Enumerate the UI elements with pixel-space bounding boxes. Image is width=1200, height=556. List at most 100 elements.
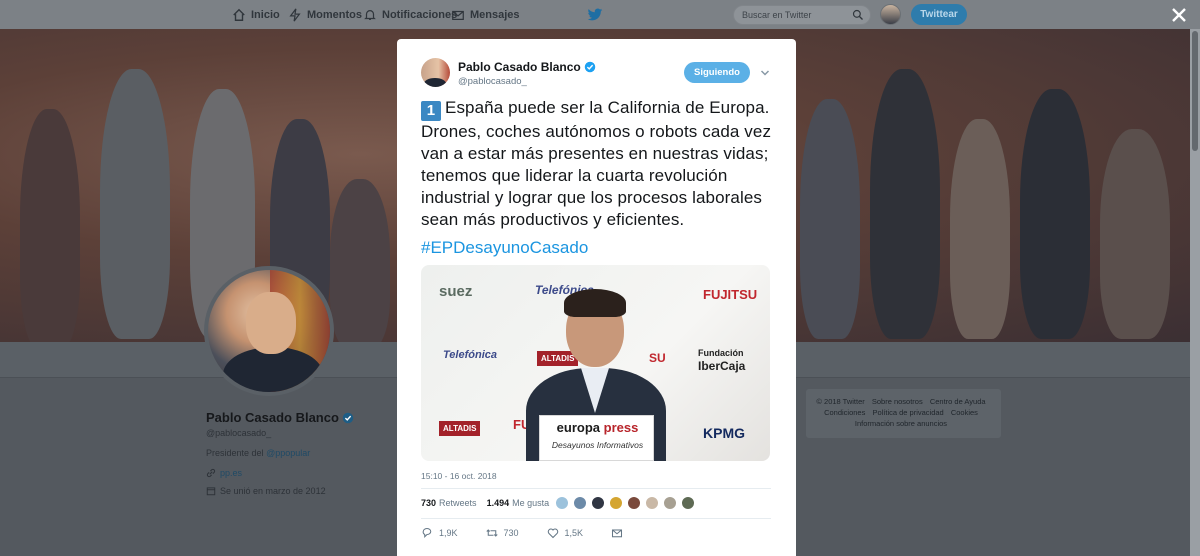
podium-brand: europa press <box>540 420 655 435</box>
search-icon[interactable] <box>852 9 864 21</box>
reply-button[interactable]: 1,9K <box>421 527 458 539</box>
lightning-icon <box>289 8 301 21</box>
nav-home-label: Inicio <box>251 8 280 21</box>
profile-joined-text: Se unió en marzo de 2012 <box>220 486 326 496</box>
crowd-figure <box>100 69 170 339</box>
footer-link-privacy[interactable]: Política de privacidad <box>872 408 943 417</box>
profile-name-text: Pablo Casado Blanco <box>206 410 339 425</box>
nav-messages[interactable]: Mensajes <box>451 0 520 29</box>
tweet-timestamp[interactable]: 15:10 - 16 oct. 2018 <box>421 471 497 481</box>
profile-bio-text: Presidente del <box>206 448 264 458</box>
podium-brand-europa: europa <box>556 420 600 435</box>
chevron-down-icon[interactable] <box>760 68 770 78</box>
profile-joined: Se unió en marzo de 2012 <box>206 486 326 496</box>
tweet-button[interactable]: Twittear <box>911 4 967 25</box>
close-icon[interactable] <box>1168 4 1190 26</box>
retweet-button[interactable]: 730 <box>485 527 519 539</box>
podium-subtitle: Desayunos Informativos <box>551 440 644 450</box>
heart-icon <box>547 528 558 539</box>
nav-home[interactable]: Inicio <box>232 0 280 29</box>
link-icon <box>206 468 216 478</box>
speaker-hair <box>564 289 626 317</box>
search-box[interactable]: Buscar en Twitter <box>733 5 871 25</box>
liker-avatars <box>555 496 695 510</box>
liker-avatar[interactable] <box>609 496 623 510</box>
footer-link-about[interactable]: Sobre nosotros <box>872 397 923 406</box>
likes-label: Me gusta <box>512 498 550 508</box>
crowd-figure <box>870 69 940 339</box>
author-name-text[interactable]: Pablo Casado Blanco <box>458 60 581 74</box>
verified-badge-icon <box>584 61 595 73</box>
author-avatar[interactable] <box>421 58 450 87</box>
profile-photo-suit <box>223 347 323 392</box>
footer-copyright: © 2018 Twitter <box>816 397 865 406</box>
nav-moments[interactable]: Momentos <box>288 0 362 29</box>
crowd-figure <box>20 109 80 342</box>
retweets-count: 730 <box>421 498 437 508</box>
profile-website[interactable]: pp.es <box>206 468 242 478</box>
top-navigation-bar: Inicio Momentos Notificaciones Mensajes … <box>0 0 1200 29</box>
search-placeholder[interactable]: Buscar en Twitter <box>742 10 811 20</box>
likes-stat[interactable]: 1.494 Me gusta <box>487 498 550 508</box>
likes-count: 1.494 <box>486 498 510 508</box>
liker-avatar[interactable] <box>663 496 677 510</box>
profile-photo[interactable] <box>204 266 334 396</box>
sponsor-logo: FUJITSU <box>703 287 758 302</box>
liker-avatar[interactable] <box>627 496 641 510</box>
footer-link-cookies[interactable]: Cookies <box>951 408 978 417</box>
verified-badge-icon <box>342 412 354 423</box>
tweet-media-image[interactable]: suez Telefónica FUJITSU Telefónica ALTAD… <box>421 265 770 461</box>
podium-sign: europa press Desayunos Informativos <box>539 415 654 461</box>
page-scrollbar[interactable] <box>1190 29 1200 556</box>
profile-bio: Presidente del @ppopular <box>206 448 310 458</box>
profile-handle: @pablocasado_ <box>206 428 272 438</box>
liker-avatar[interactable] <box>645 496 659 510</box>
tweet-actions: 1,9K 730 1,5K <box>421 527 651 539</box>
twitter-bird-icon[interactable] <box>587 8 603 22</box>
keycap-one-emoji: 1 <box>421 101 441 121</box>
retweet-count: 730 <box>503 528 519 538</box>
profile-name[interactable]: Pablo Casado Blanco <box>206 410 354 425</box>
liker-avatar[interactable] <box>573 496 587 510</box>
crowd-figure <box>1020 89 1090 339</box>
author-handle[interactable]: @pablocasado_ <box>458 76 527 87</box>
liker-avatar[interactable] <box>681 496 695 510</box>
like-button[interactable]: 1,5K <box>547 527 583 539</box>
nav-notifications[interactable]: Notificaciones <box>363 0 457 29</box>
footer-link-help[interactable]: Centro de Ayuda <box>930 397 986 406</box>
scrollbar-thumb[interactable] <box>1192 31 1198 151</box>
nav-messages-label: Mensajes <box>470 8 520 21</box>
user-avatar[interactable] <box>880 4 901 25</box>
crowd-figure <box>330 179 390 342</box>
retweet-icon <box>485 529 498 537</box>
reply-icon <box>422 527 432 539</box>
footer-links: © 2018 Twitter Sobre nosotros Centro de … <box>806 389 1001 438</box>
retweets-stat[interactable]: 730 Retweets <box>421 498 477 508</box>
sponsor-logo: ALTADIS <box>439 421 481 436</box>
message-button[interactable] <box>611 527 623 539</box>
crowd-figure <box>800 99 860 339</box>
calendar-icon <box>206 487 216 496</box>
sponsor-logo: Telefónica <box>443 349 497 361</box>
tweet-text: 1 España puede ser la California de Europ… <box>421 97 781 231</box>
profile-bio-mention[interactable]: @ppopular <box>266 448 310 458</box>
tweet-modal: Pablo Casado Blanco @pablocasado_ Siguie… <box>397 39 796 556</box>
hashtag-link[interactable]: #EPDesayunoCasado <box>421 238 588 258</box>
crowd-figure <box>1100 129 1170 339</box>
envelope-icon <box>452 10 464 20</box>
footer-link-terms[interactable]: Condiciones <box>824 408 865 417</box>
footer-link-ads[interactable]: Información sobre anuncios <box>855 419 947 428</box>
liker-avatar[interactable] <box>555 496 569 510</box>
envelope-icon <box>612 529 623 538</box>
home-icon <box>233 8 245 21</box>
following-button[interactable]: Siguiendo <box>684 62 750 83</box>
profile-website-text[interactable]: pp.es <box>220 468 242 478</box>
sponsor-logo: KPMG <box>703 425 745 441</box>
divider <box>421 488 771 489</box>
sponsor-logo: IberCaja <box>698 359 746 373</box>
nav-notifications-label: Notificaciones <box>382 8 458 21</box>
crowd-figure <box>950 119 1010 339</box>
retweets-label: Retweets <box>439 498 477 508</box>
author-name[interactable]: Pablo Casado Blanco <box>458 60 596 74</box>
liker-avatar[interactable] <box>591 496 605 510</box>
